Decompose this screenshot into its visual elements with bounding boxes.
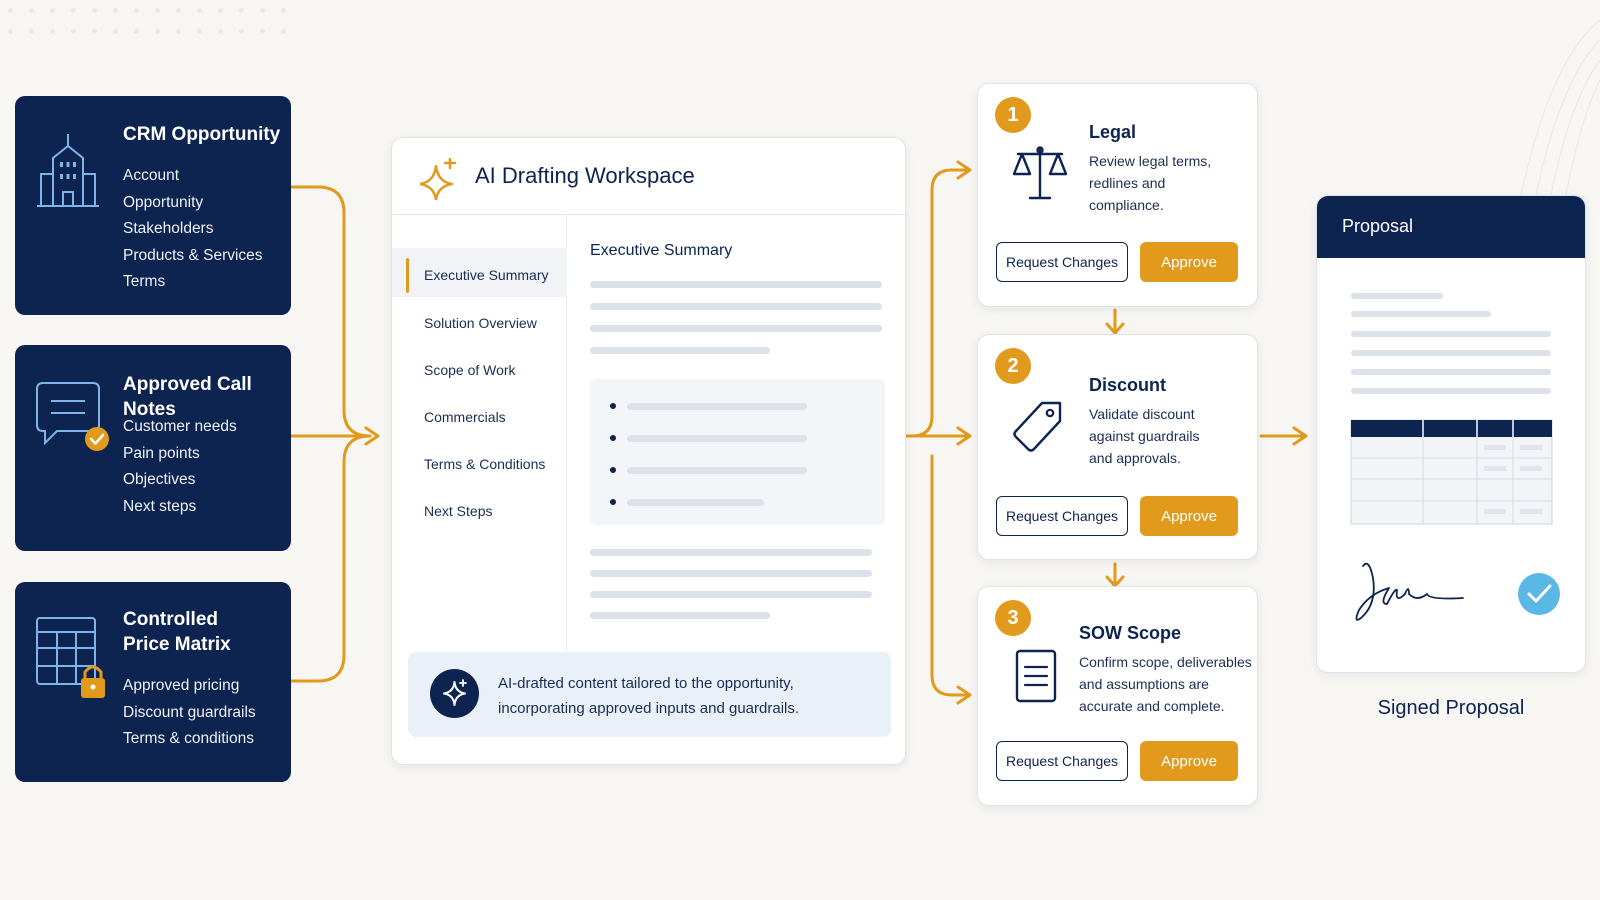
workspace-section-nav: Executive Summary Solution Overview Scop… — [392, 215, 567, 651]
text-placeholder-line — [590, 325, 882, 332]
nav-item-solution-overview[interactable]: Solution Overview — [424, 315, 537, 331]
bullet — [610, 499, 616, 505]
list-item: Pain points — [123, 444, 200, 462]
text-placeholder-line — [627, 467, 807, 474]
sparkle-icon — [420, 158, 457, 200]
card-description: Confirm scope, deliverables and assumpti… — [1079, 651, 1252, 717]
ai-drafting-workspace: AI Drafting Workspace Executive Summary … — [391, 137, 906, 765]
nav-item-commercials[interactable]: Commercials — [424, 409, 506, 425]
text-placeholder-line — [590, 347, 770, 354]
text-line: and assumptions are — [1079, 676, 1209, 692]
sparkle-icon — [443, 679, 467, 706]
text-line: and approvals. — [1089, 450, 1181, 466]
text-line: incorporating approved inputs and guardr… — [498, 700, 800, 717]
text-placeholder-line — [590, 591, 872, 598]
list-item: Products & Services — [123, 246, 263, 264]
list-item: Account — [123, 167, 180, 184]
card-title: SOW Scope — [1079, 623, 1182, 643]
review-card-sow-scope: 3 SOW Scope Confirm scope, deliverables … — [977, 586, 1258, 806]
text-placeholder-line — [590, 303, 882, 310]
locked-grid-icon — [36, 617, 105, 698]
ai-badge — [430, 669, 479, 718]
text-line: accurate and complete. — [1079, 698, 1225, 714]
list-item: Discount guardrails — [123, 703, 256, 721]
source-price-matrix: Controlled Price Matrix Approved pricing… — [15, 582, 291, 782]
bullet — [610, 435, 616, 441]
ai-info-text: AI-drafted content tailored to the oppor… — [498, 671, 878, 721]
bullet-list-placeholder — [590, 379, 885, 525]
ai-info-banner: AI-drafted content tailored to the oppor… — [408, 652, 891, 737]
tag-icon — [1013, 401, 1062, 452]
bullet — [610, 403, 616, 409]
text-line: Validate discount — [1089, 406, 1195, 422]
list-item: Next steps — [123, 497, 197, 515]
nav-item-next-steps[interactable]: Next Steps — [424, 503, 492, 519]
text-line: Confirm scope, deliverables — [1079, 654, 1252, 670]
step-badge: 1 — [995, 97, 1031, 133]
review-card-legal: 1 Legal Review legal terms, redlines and… — [977, 83, 1258, 307]
document-icon — [1015, 649, 1057, 703]
title-line: Controlled — [123, 609, 218, 630]
list-item: Terms — [123, 273, 166, 290]
text-line: redlines and — [1089, 175, 1166, 191]
active-nav-indicator — [406, 258, 409, 293]
card-description: Validate discount against guardrails and… — [1089, 403, 1200, 469]
text-placeholder-line — [627, 403, 807, 410]
nav-item-scope-of-work[interactable]: Scope of Work — [424, 362, 516, 378]
source-call-notes: Approved Call Notes Customer needs Pain … — [15, 345, 291, 551]
card-title: Discount — [1089, 375, 1167, 395]
text-line: Review legal terms, — [1089, 153, 1212, 169]
step-badge: 2 — [995, 348, 1031, 384]
card-description: Review legal terms, redlines and complia… — [1089, 150, 1211, 216]
check-icon — [1518, 573, 1560, 615]
proposal-document: Proposal — [1316, 195, 1586, 673]
source-crm-opportunity: CRM Opportunity Account Opportunity Stak… — [15, 96, 291, 315]
list-item: Opportunity — [123, 193, 204, 211]
list-item: Stakeholders — [123, 220, 214, 237]
nav-item-terms-conditions[interactable]: Terms & Conditions — [424, 456, 545, 472]
text-line: AI-drafted content tailored to the oppor… — [498, 675, 794, 692]
building-icon — [37, 134, 99, 207]
list-item: Approved pricing — [123, 677, 240, 694]
text-placeholder-line — [590, 612, 770, 619]
proposal-preview — [1350, 293, 1560, 621]
source-items: Approved pricing Discount guardrails Ter… — [123, 673, 256, 753]
signature — [1355, 562, 1464, 621]
scales-icon — [1012, 146, 1068, 200]
list-item: Terms & conditions — [123, 730, 254, 747]
text-placeholder-line — [590, 570, 872, 577]
workspace-header: AI Drafting Workspace — [392, 138, 905, 215]
list-item: Objectives — [123, 471, 196, 488]
review-card-discount: 2 Discount Validate discount against gua… — [977, 334, 1258, 560]
source-items: Account Opportunity Stakeholders Product… — [123, 163, 263, 296]
source-title: Controlled Price Matrix — [123, 607, 231, 657]
text-line: against guardrails — [1089, 428, 1200, 444]
workspace-title: AI Drafting Workspace — [475, 163, 695, 188]
text-placeholder-line — [590, 281, 882, 288]
list-item: Customer needs — [123, 418, 237, 435]
section-title: Executive Summary — [590, 242, 733, 259]
source-title: CRM Opportunity — [123, 124, 281, 145]
request-changes-button[interactable]: Request Changes — [996, 496, 1128, 536]
proposal-title: Proposal — [1342, 216, 1414, 236]
step-badge: 3 — [995, 600, 1031, 636]
proposal-header: Proposal — [1317, 196, 1585, 258]
text-placeholder-line — [627, 435, 807, 442]
request-changes-button[interactable]: Request Changes — [996, 741, 1128, 781]
approve-button[interactable]: Approve — [1140, 242, 1238, 282]
approve-button[interactable]: Approve — [1140, 741, 1238, 781]
title-line: Price Matrix — [123, 634, 231, 655]
chat-check-icon — [36, 382, 109, 451]
bullet — [610, 467, 616, 473]
text-placeholder-line — [590, 549, 872, 556]
nav-item-executive-summary[interactable]: Executive Summary — [424, 267, 548, 283]
approve-button[interactable]: Approve — [1140, 496, 1238, 536]
text-line: compliance. — [1089, 197, 1164, 213]
text-placeholder-line — [627, 499, 764, 506]
card-title: Legal — [1089, 122, 1137, 142]
request-changes-button[interactable]: Request Changes — [996, 242, 1128, 282]
signed-proposal-label: Signed Proposal — [1377, 697, 1525, 719]
source-items: Customer needs Pain points Objectives Ne… — [123, 414, 237, 520]
